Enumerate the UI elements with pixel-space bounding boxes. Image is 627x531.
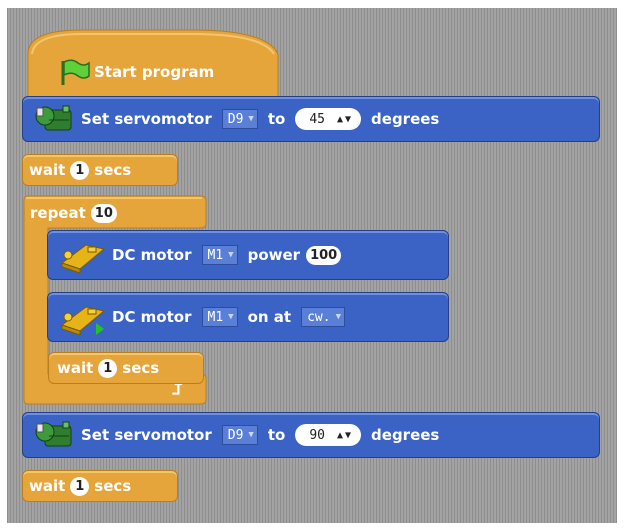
- set-servomotor-block[interactable]: Set servomotor D9 ▼ to 45 ▲▼ degrees: [22, 96, 600, 142]
- wait-label: wait: [29, 477, 66, 495]
- up-down-arrows-icon[interactable]: ▲▼: [337, 114, 353, 125]
- angle-input[interactable]: 45 ▲▼: [295, 108, 362, 130]
- dc-motor-label: DC motor: [112, 308, 192, 326]
- secs-label: secs: [122, 359, 160, 377]
- wait-seconds-input[interactable]: 1: [70, 476, 90, 496]
- green-flag-icon: [61, 59, 90, 85]
- servomotor-icon: [35, 421, 72, 447]
- direction-value: cw.: [307, 309, 331, 325]
- degrees-label: degrees: [371, 426, 440, 444]
- motor-dropdown[interactable]: M1 ▼: [201, 245, 238, 265]
- dc-motor-icon: [60, 244, 106, 273]
- dc-motor-direction-block[interactable]: DC motor M1 ▼ on at cw. ▼: [47, 292, 449, 342]
- angle-input[interactable]: 90 ▲▼: [295, 424, 362, 446]
- angle-value: 45: [309, 111, 325, 127]
- set-servomotor-block[interactable]: Set servomotor D9 ▼ to 90 ▲▼ degrees: [22, 412, 600, 458]
- script-canvas[interactable]: Start program Set servomotor D9 ▼ to 45 ▲▼…: [7, 8, 617, 523]
- secs-label: secs: [94, 477, 132, 495]
- motor-value: M1: [207, 247, 224, 263]
- wait-block[interactable]: wait 1 secs: [22, 470, 178, 502]
- wait-label: wait: [57, 359, 94, 377]
- wait-seconds-input[interactable]: 1: [98, 358, 118, 378]
- chevron-down-icon: ▼: [228, 250, 234, 260]
- repeat-count-input[interactable]: 10: [90, 203, 117, 223]
- chevron-down-icon: ▼: [248, 430, 254, 440]
- motor-value: M1: [207, 309, 224, 325]
- chevron-down-icon: ▼: [248, 114, 254, 124]
- servo-port-value: D9: [227, 427, 244, 443]
- wait-label: wait: [29, 161, 66, 179]
- power-input[interactable]: 100: [306, 245, 342, 265]
- to-label: to: [267, 110, 286, 128]
- degrees-label: degrees: [371, 110, 440, 128]
- start-program-label: Start program: [94, 63, 215, 81]
- servo-port-dropdown[interactable]: D9 ▼: [221, 109, 258, 129]
- servomotor-label: Set servomotor: [81, 110, 212, 128]
- wait-block[interactable]: wait 1 secs: [22, 154, 178, 186]
- angle-value: 90: [309, 427, 325, 443]
- servo-port-value: D9: [227, 111, 244, 127]
- motor-dropdown[interactable]: M1 ▼: [201, 307, 238, 327]
- to-label: to: [267, 426, 286, 444]
- start-program-hat-block[interactable]: Start program: [22, 24, 286, 102]
- secs-label: secs: [94, 161, 132, 179]
- repeat-label: repeat: [30, 204, 86, 222]
- dc-motor-label: DC motor: [112, 246, 192, 264]
- power-label: power: [247, 246, 301, 264]
- servomotor-icon: [35, 105, 72, 131]
- servomotor-label: Set servomotor: [81, 426, 212, 444]
- dc-motor-icon: [60, 306, 106, 335]
- servo-port-dropdown[interactable]: D9 ▼: [221, 425, 258, 445]
- chevron-down-icon: ▼: [335, 312, 341, 322]
- up-down-arrows-icon[interactable]: ▲▼: [337, 430, 353, 441]
- wait-seconds-input[interactable]: 1: [70, 160, 90, 180]
- on-at-label: on at: [247, 308, 292, 326]
- wait-block[interactable]: wait 1 secs: [48, 352, 204, 384]
- direction-dropdown[interactable]: cw. ▼: [301, 307, 345, 327]
- chevron-down-icon: ▼: [228, 312, 234, 322]
- dc-motor-power-block[interactable]: DC motor M1 ▼ power 100: [47, 230, 449, 280]
